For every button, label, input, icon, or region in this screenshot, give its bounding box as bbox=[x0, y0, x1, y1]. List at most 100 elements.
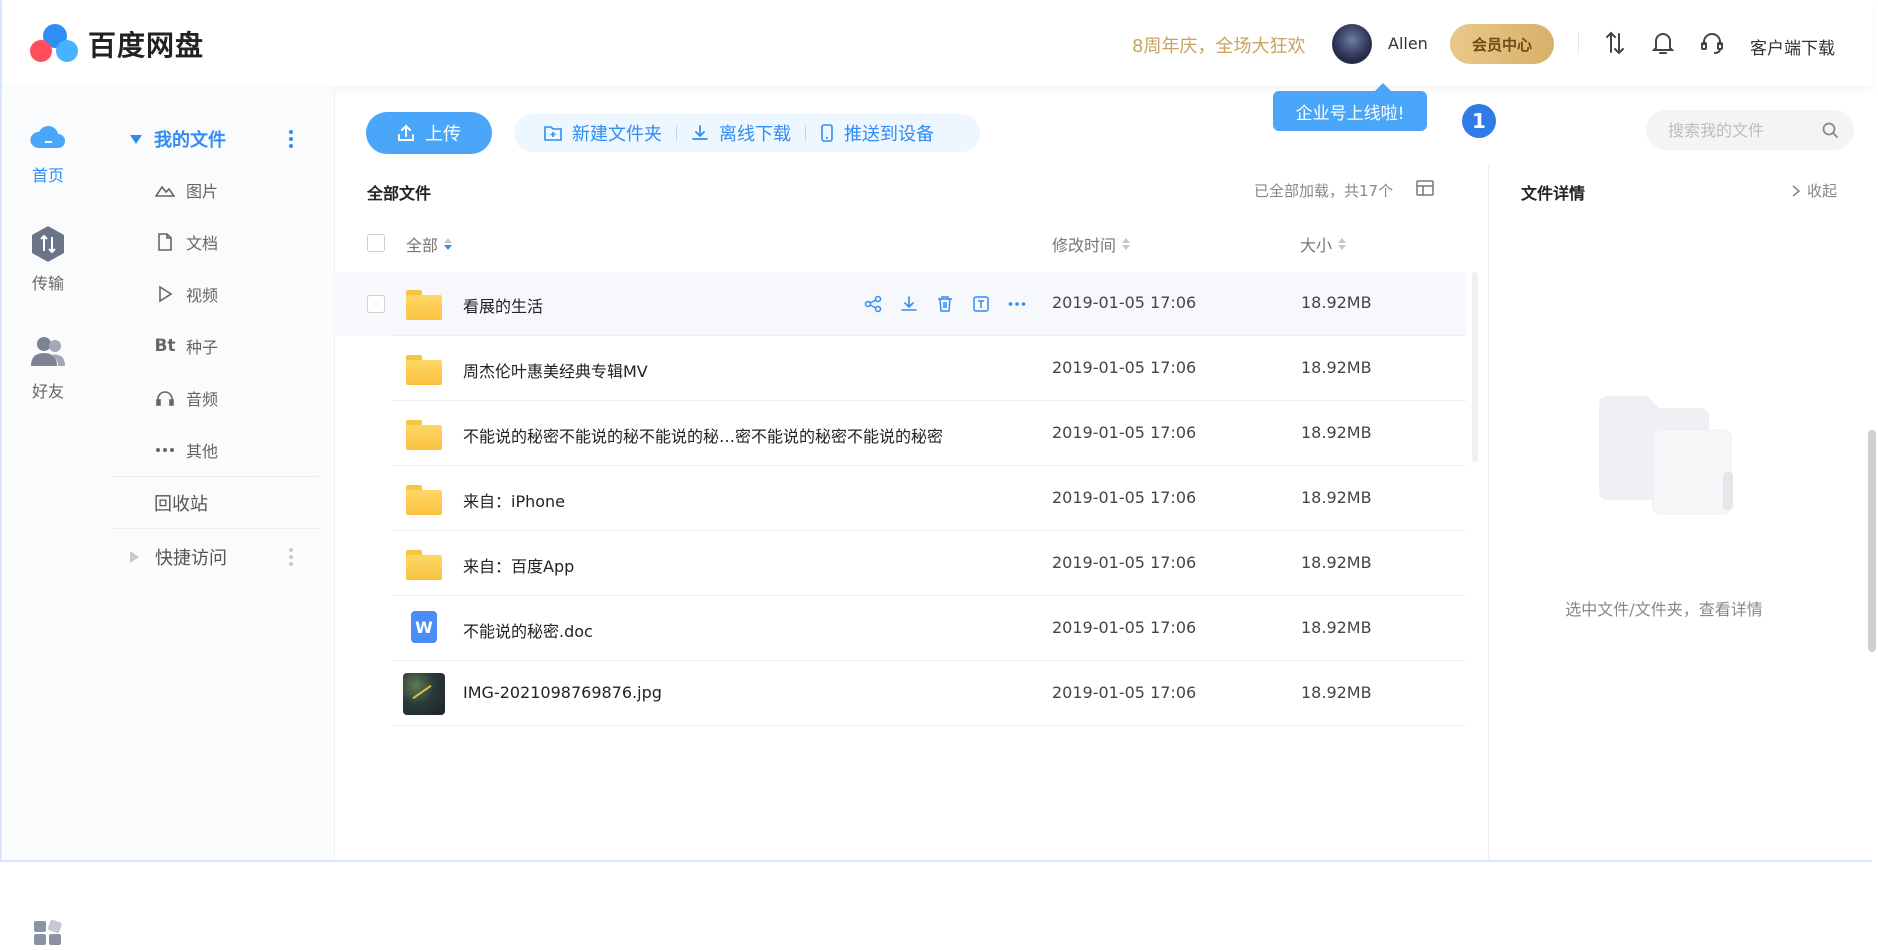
logo[interactable]: 百度网盘 bbox=[30, 24, 204, 64]
download-icon[interactable] bbox=[898, 293, 920, 315]
column-modified[interactable]: 修改时间 bbox=[1052, 232, 1131, 256]
row-divider bbox=[392, 335, 1466, 336]
sidebar-item-quick-access[interactable]: 快捷访问 bbox=[130, 544, 227, 570]
enterprise-tooltip[interactable]: 企业号上线啦! bbox=[1273, 83, 1427, 131]
column-name[interactable]: 全部 bbox=[406, 232, 453, 256]
column-modified-label: 修改时间 bbox=[1052, 236, 1117, 255]
details-title: 文件详情 bbox=[1521, 184, 1586, 203]
left-rail: 首页 传输 好友 bbox=[4, 86, 92, 945]
chevron-right-icon bbox=[1792, 184, 1801, 197]
share-icon[interactable] bbox=[862, 293, 884, 315]
my-files-more-icon[interactable] bbox=[289, 130, 293, 151]
delete-icon[interactable] bbox=[934, 293, 956, 315]
headset-support-icon[interactable] bbox=[1699, 30, 1725, 56]
bell-icon[interactable] bbox=[1650, 30, 1676, 56]
table-row[interactable]: 看展的生活 2019-01-05 17:06 18.92MB bbox=[334, 272, 1466, 336]
client-download-link[interactable]: 客户端下载 bbox=[1750, 34, 1835, 59]
rail-label: 首页 bbox=[31, 166, 64, 185]
folder-icon bbox=[406, 481, 442, 517]
file-modified: 2019-01-05 17:06 bbox=[1052, 553, 1197, 572]
file-name[interactable]: IMG-2021098769876.jpg bbox=[463, 683, 662, 702]
app-name: 百度网盘 bbox=[88, 29, 205, 62]
table-row[interactable]: 周杰伦叶惠美经典专辑MV 2019-01-05 17:06 18.92MB bbox=[334, 337, 1466, 401]
upload-label: 上传 bbox=[425, 124, 461, 144]
rail-item-transfer[interactable]: 传输 bbox=[4, 224, 92, 294]
username[interactable]: Allen bbox=[1388, 34, 1428, 53]
new-folder-button[interactable]: 新建文件夹 bbox=[514, 120, 676, 146]
quick-access-more-icon[interactable] bbox=[289, 548, 293, 569]
file-name[interactable]: 周杰伦叶惠美经典专辑MV bbox=[463, 358, 648, 382]
rename-icon[interactable] bbox=[970, 293, 992, 315]
action-toolbar: 新建文件夹 离线下载 推送到设备 bbox=[514, 114, 980, 152]
rail-label: 传输 bbox=[31, 274, 64, 293]
file-list-scrollbar[interactable] bbox=[1472, 272, 1478, 462]
row-checkbox[interactable] bbox=[367, 295, 385, 313]
apps-grid-icon[interactable] bbox=[33, 919, 63, 946]
sidebar-item-torrents[interactable]: Bt 种子 bbox=[154, 334, 218, 358]
my-files-label: 我的文件 bbox=[154, 130, 226, 151]
sidebar-item-recycle-bin[interactable]: 回收站 bbox=[154, 490, 208, 516]
row-divider bbox=[392, 595, 1466, 596]
details-empty-hint: 选中文件/文件夹，查看详情 bbox=[1565, 600, 1763, 619]
offline-download-button[interactable]: 离线下载 bbox=[677, 120, 805, 146]
baidu-netdisk-logo-icon bbox=[30, 24, 80, 64]
loaded-status: 已全部加载，共17个 bbox=[1254, 182, 1394, 200]
table-row[interactable]: W 不能说的秘密.doc 2019-01-05 17:06 18.92MB bbox=[334, 597, 1466, 661]
sidebar-item-other[interactable]: 其他 bbox=[154, 438, 218, 462]
row-divider bbox=[392, 725, 1466, 726]
select-all-checkbox[interactable] bbox=[367, 234, 385, 252]
file-size: 18.92MB bbox=[1301, 358, 1372, 377]
image-thumbnail bbox=[403, 673, 445, 715]
sidebar-item-label: 其他 bbox=[186, 442, 219, 461]
column-size[interactable]: 大小 bbox=[1300, 232, 1347, 256]
table-row[interactable]: 来自：iPhone 2019-01-05 17:06 18.92MB bbox=[334, 467, 1466, 531]
file-name[interactable]: 来自：iPhone bbox=[463, 488, 565, 512]
vip-center-button[interactable]: 会员中心 bbox=[1450, 24, 1554, 64]
folder-icon bbox=[406, 286, 442, 322]
sidebar-item-videos[interactable]: 视频 bbox=[154, 282, 218, 306]
search-icon[interactable] bbox=[1822, 122, 1838, 138]
upload-button[interactable]: 上传 bbox=[366, 112, 492, 154]
push-to-device-button[interactable]: 推送到设备 bbox=[806, 120, 948, 146]
row-actions bbox=[862, 293, 1042, 315]
file-size: 18.92MB bbox=[1301, 683, 1372, 702]
file-name[interactable]: 来自：百度App bbox=[463, 553, 574, 577]
promo-banner[interactable]: 8周年庆，全场大狂欢 bbox=[1132, 32, 1305, 58]
transfer-list-icon[interactable] bbox=[1602, 30, 1628, 56]
new-folder-label: 新建文件夹 bbox=[572, 124, 662, 145]
sidebar-divider bbox=[110, 476, 318, 477]
more-icon bbox=[154, 441, 176, 459]
my-files-header[interactable]: 我的文件 bbox=[130, 126, 226, 152]
rail-item-friends[interactable]: 好友 bbox=[4, 332, 92, 402]
table-row[interactable]: IMG-2021098769876.jpg 2019-01-05 17:06 1… bbox=[334, 662, 1466, 726]
top-header: 百度网盘 8周年庆，全场大狂欢 Allen 会员中心 客户端下载 bbox=[2, 0, 1872, 87]
file-name[interactable]: 不能说的秘密.doc bbox=[463, 618, 593, 642]
sort-icon bbox=[444, 238, 453, 250]
offline-download-label: 离线下载 bbox=[719, 124, 791, 145]
rail-item-home[interactable]: 首页 bbox=[4, 116, 92, 186]
avatar[interactable] bbox=[1332, 24, 1372, 64]
file-name[interactable]: 看展的生活 bbox=[463, 293, 543, 317]
sidebar-item-documents[interactable]: 文档 bbox=[154, 230, 218, 254]
row-divider bbox=[392, 660, 1466, 661]
page-scrollbar[interactable] bbox=[1868, 430, 1876, 652]
search-input[interactable] bbox=[1666, 119, 1820, 141]
sidebar-item-audio[interactable]: 音频 bbox=[154, 386, 218, 410]
more-actions-icon[interactable] bbox=[1006, 293, 1028, 315]
header-divider bbox=[1578, 32, 1579, 54]
sidebar-item-label: 文档 bbox=[186, 234, 219, 253]
table-row[interactable]: 来自：百度App 2019-01-05 17:06 18.92MB bbox=[334, 532, 1466, 596]
collapse-details-button[interactable]: 收起 bbox=[1791, 180, 1837, 201]
grid-view-icon[interactable] bbox=[1416, 180, 1434, 196]
sidebar-item-images[interactable]: 图片 bbox=[154, 178, 218, 202]
document-icon bbox=[154, 233, 176, 251]
headphones-icon bbox=[154, 389, 176, 407]
row-divider bbox=[392, 400, 1466, 401]
cloud-home-icon bbox=[28, 116, 68, 156]
sidebar-item-label: 视频 bbox=[186, 286, 219, 305]
file-modified: 2019-01-05 17:06 bbox=[1052, 293, 1197, 312]
breadcrumb[interactable]: 全部文件 bbox=[367, 180, 431, 204]
table-row[interactable]: 不能说的秘密不能说的秘不能说的秘…密不能说的秘密不能说的秘密 2019-01-0… bbox=[334, 402, 1466, 466]
phone-icon bbox=[821, 124, 833, 142]
file-name[interactable]: 不能说的秘密不能说的秘不能说的秘…密不能说的秘密不能说的秘密 bbox=[463, 423, 943, 447]
